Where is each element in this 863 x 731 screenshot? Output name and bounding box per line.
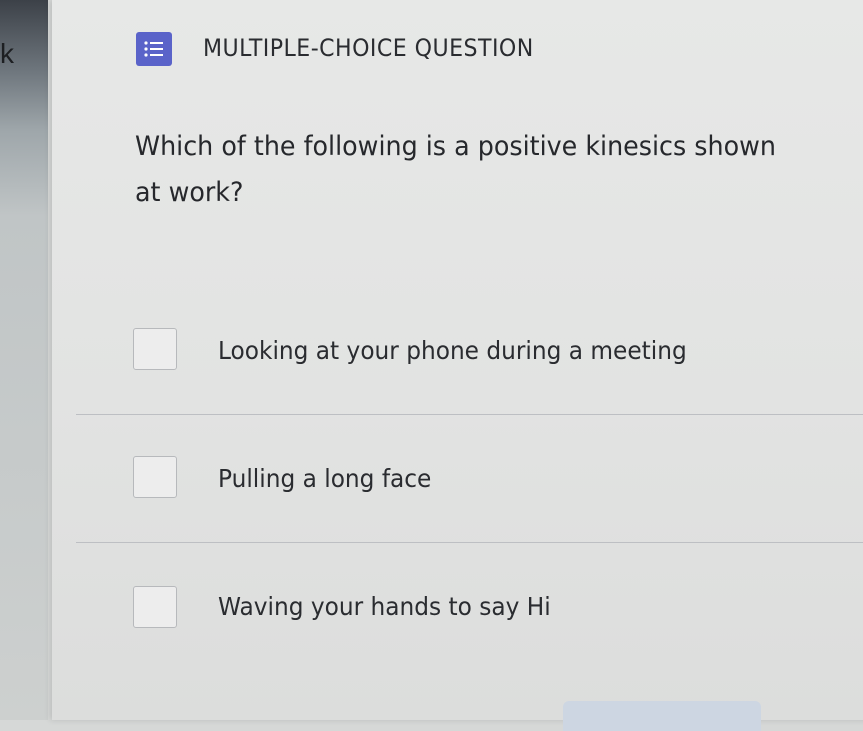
checklist-icon bbox=[136, 32, 172, 66]
option-label: Pulling a long face bbox=[218, 464, 432, 493]
option-checkbox[interactable] bbox=[133, 586, 177, 628]
partial-sidebar-text: k bbox=[0, 38, 14, 69]
option-label: Waving your hands to say Hi bbox=[218, 592, 551, 621]
option-checkbox[interactable] bbox=[133, 328, 177, 370]
background-panel: k bbox=[0, 0, 48, 720]
answer-option-3[interactable]: Waving your hands to say Hi bbox=[76, 542, 863, 670]
submit-button[interactable] bbox=[563, 701, 761, 731]
question-text: Which of the following is a positive kin… bbox=[135, 131, 776, 208]
question-type-label: MULTIPLE-CHOICE QUESTION bbox=[203, 34, 534, 62]
answer-option-2[interactable]: Pulling a long face bbox=[76, 414, 863, 543]
answer-option-1[interactable]: Looking at your phone during a meeting bbox=[76, 286, 863, 415]
option-label: Looking at your phone during a meeting bbox=[218, 336, 687, 365]
option-checkbox[interactable] bbox=[133, 456, 177, 498]
